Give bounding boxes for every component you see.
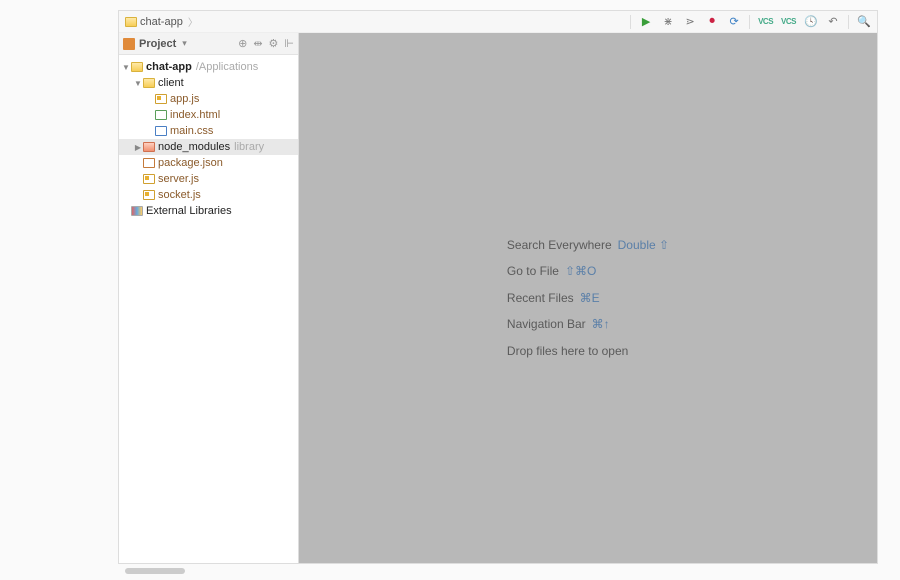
ide-window: chat-app 〉 ▶ ⋇ ⋗ ⏺ ⟳ VCS VCS 🕓 ↶ 🔍 Proje… <box>118 10 878 564</box>
reload-icon[interactable]: ⟳ <box>727 15 741 29</box>
vcs-commit-icon[interactable]: VCS <box>781 17 796 26</box>
coverage-icon[interactable]: ⋗ <box>683 15 697 29</box>
separator <box>848 15 849 29</box>
tree-label: socket.js <box>158 189 201 201</box>
tree-file-maincss[interactable]: main.css <box>119 123 298 139</box>
revert-icon[interactable]: ↶ <box>826 15 840 29</box>
debug-icon[interactable]: ⋇ <box>661 15 675 29</box>
hide-icon[interactable]: ⊩ <box>284 37 294 50</box>
sidebar-tools: ⊕ ⇹ ⚙ ⊩ <box>238 37 294 50</box>
tree-file-packagejson[interactable]: package.json <box>119 155 298 171</box>
tree-file-appjs[interactable]: app.js <box>119 91 298 107</box>
breadcrumb-project: chat-app <box>140 16 183 28</box>
gear-icon[interactable]: ⚙ <box>269 37 279 50</box>
horizontal-scrollbar[interactable] <box>125 568 185 574</box>
folder-icon <box>143 78 155 88</box>
js-file-icon <box>143 190 155 200</box>
search-icon[interactable]: 🔍 <box>857 15 871 29</box>
css-file-icon <box>155 126 167 136</box>
tip-gotofile: Go to File <box>507 258 559 284</box>
folder-icon <box>131 62 143 72</box>
library-icon <box>131 206 143 216</box>
sidebar-header: Project ▾ ⊕ ⇹ ⚙ ⊩ <box>119 33 298 55</box>
project-sidebar: Project ▾ ⊕ ⇹ ⚙ ⊩ chat-app /Applications <box>119 33 299 563</box>
run-icon[interactable]: ▶ <box>639 15 653 29</box>
tree-label: node_modules <box>158 141 230 153</box>
top-toolbar: chat-app 〉 ▶ ⋇ ⋗ ⏺ ⟳ VCS VCS 🕓 ↶ 🔍 <box>119 11 877 33</box>
js-file-icon <box>143 174 155 184</box>
tree-folder-nodemodules[interactable]: node_modules library <box>119 139 298 155</box>
tree-label: package.json <box>158 157 223 169</box>
expand-arrow-icon[interactable] <box>121 63 131 72</box>
project-view-icon <box>123 38 135 50</box>
tree-label: index.html <box>170 109 220 121</box>
html-file-icon <box>155 110 167 120</box>
tip-recent: Recent Files <box>507 285 574 311</box>
sidebar-title[interactable]: Project <box>139 38 176 50</box>
tip-recent-key: ⌘E <box>580 285 600 311</box>
tree-label: app.js <box>170 93 199 105</box>
tip-navbar: Navigation Bar <box>507 311 586 337</box>
history-icon[interactable]: 🕓 <box>804 15 818 29</box>
tree-file-socketjs[interactable]: socket.js <box>119 187 298 203</box>
collapse-icon[interactable]: ⇹ <box>253 37 262 50</box>
tree-label: main.css <box>170 125 213 137</box>
vcs-update-icon[interactable]: VCS <box>758 17 773 26</box>
expand-arrow-icon[interactable] <box>133 79 143 88</box>
chevron-down-icon[interactable]: ▾ <box>182 38 187 49</box>
tree-file-indexhtml[interactable]: index.html <box>119 107 298 123</box>
tree-label: External Libraries <box>146 205 232 217</box>
expand-arrow-icon[interactable] <box>133 143 143 152</box>
toolbar-right: ▶ ⋇ ⋗ ⏺ ⟳ VCS VCS 🕓 ↶ 🔍 <box>630 15 871 29</box>
stop-icon[interactable]: ⏺ <box>705 15 719 29</box>
tip-search: Search Everywhere <box>507 232 612 258</box>
tree-label: client <box>158 77 184 89</box>
separator <box>630 15 631 29</box>
chevron-right-icon: 〉 <box>188 14 198 29</box>
tip-gotofile-key: ⇧⌘O <box>565 258 596 284</box>
separator <box>749 15 750 29</box>
folder-icon <box>143 142 155 152</box>
tree-file-serverjs[interactable]: server.js <box>119 171 298 187</box>
main-content: Project ▾ ⊕ ⇹ ⚙ ⊩ chat-app /Applications <box>119 33 877 563</box>
js-file-icon <box>155 94 167 104</box>
editor-empty-state[interactable]: Search EverywhereDouble ⇧ Go to File⇧⌘O … <box>299 33 877 563</box>
breadcrumb[interactable]: chat-app 〉 <box>125 14 198 29</box>
tree-root[interactable]: chat-app /Applications <box>119 59 298 75</box>
tree-label: chat-app <box>146 61 192 73</box>
editor-tips: Search EverywhereDouble ⇧ Go to File⇧⌘O … <box>507 232 669 364</box>
tree-label: server.js <box>158 173 199 185</box>
tip-navbar-key: ⌘↑ <box>592 311 610 337</box>
tree-folder-client[interactable]: client <box>119 75 298 91</box>
tree-hint: /Applications <box>196 61 258 73</box>
project-tree: chat-app /Applications client app.js ind <box>119 55 298 223</box>
json-file-icon <box>143 158 155 168</box>
folder-icon <box>125 17 137 27</box>
tree-hint: library <box>234 141 264 153</box>
locate-icon[interactable]: ⊕ <box>238 37 247 50</box>
tree-external-libraries[interactable]: External Libraries <box>119 203 298 219</box>
tip-search-key: Double ⇧ <box>618 232 669 258</box>
tip-drop: Drop files here to open <box>507 338 628 364</box>
